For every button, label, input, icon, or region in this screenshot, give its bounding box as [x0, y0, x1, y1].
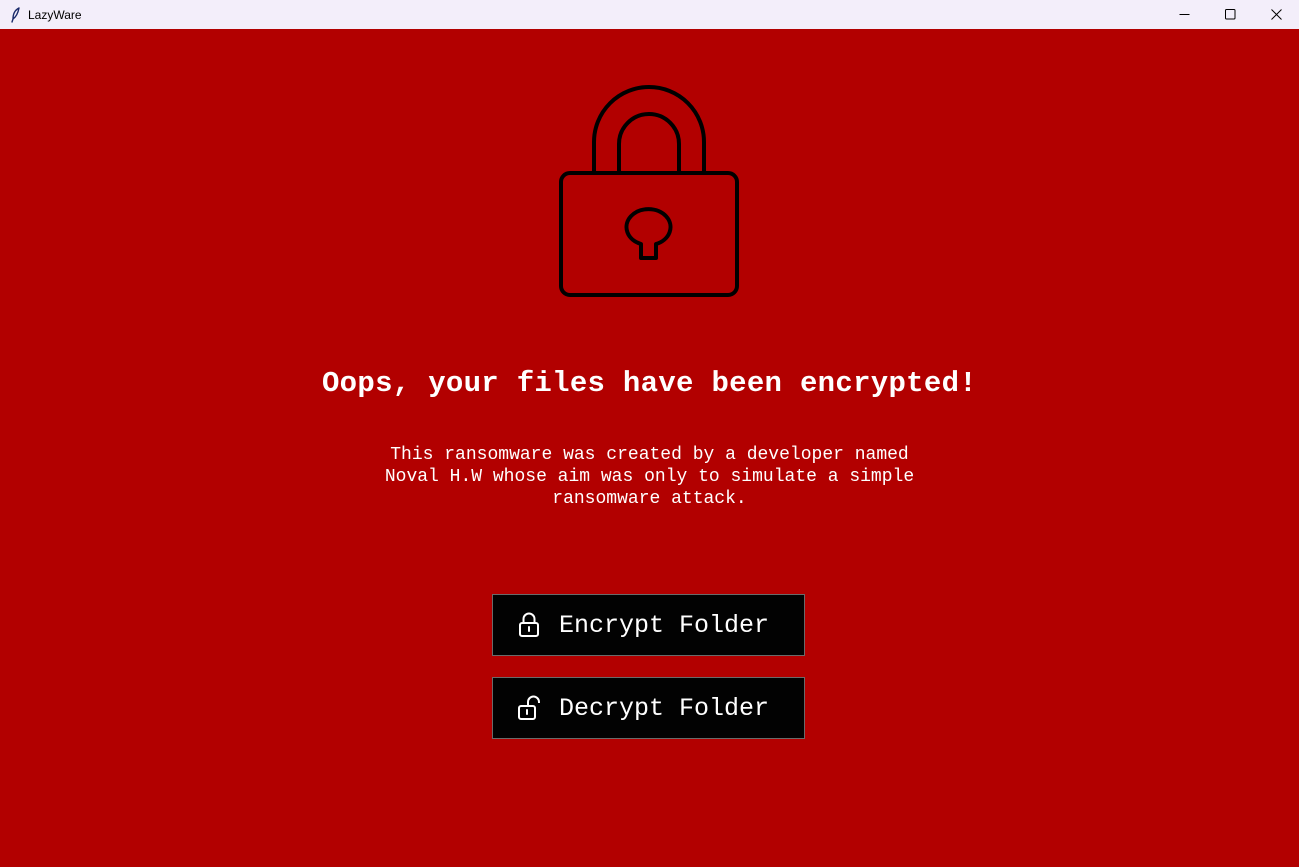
description-line: This ransomware was created by a develop…	[390, 445, 909, 465]
close-icon	[1270, 5, 1282, 24]
minimize-button[interactable]	[1161, 0, 1207, 29]
decrypt-folder-button[interactable]: Decrypt Folder	[492, 677, 805, 739]
window-controls	[1161, 0, 1299, 29]
app-window: LazyWare Oops, your files have been encr…	[0, 0, 1299, 867]
maximize-button[interactable]	[1207, 0, 1253, 29]
description-line: Noval H.W whose aim was only to simulate…	[384, 467, 915, 487]
headline: Oops, your files have been encrypted!	[321, 367, 977, 400]
window-title: LazyWare	[28, 7, 82, 22]
unlocked-padlock-icon	[517, 695, 541, 721]
description: This ransomware was created by a develop…	[300, 444, 999, 510]
locked-padlock-icon	[517, 612, 541, 638]
description-line: ransomware attack.	[552, 489, 747, 509]
padlock-icon	[558, 85, 740, 299]
encrypt-folder-button[interactable]: Encrypt Folder	[492, 594, 805, 656]
feather-icon	[9, 6, 23, 23]
maximize-icon	[1224, 5, 1236, 24]
encrypt-folder-label: Encrypt Folder	[559, 610, 770, 640]
minimize-icon	[1179, 5, 1190, 24]
main-content: Oops, your files have been encrypted! Th…	[0, 29, 1299, 867]
close-button[interactable]	[1253, 0, 1299, 29]
decrypt-folder-label: Decrypt Folder	[559, 693, 770, 723]
title-bar: LazyWare	[0, 0, 1299, 29]
